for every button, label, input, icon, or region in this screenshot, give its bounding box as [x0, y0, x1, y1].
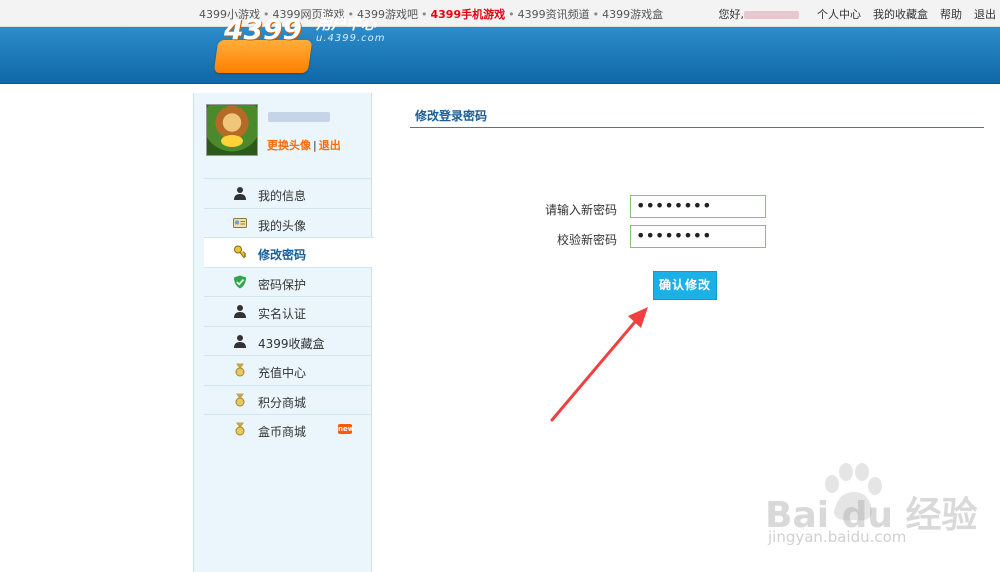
- sidebar-item-real-name[interactable]: 实名认证: [204, 296, 372, 326]
- top-bar: 4399小游戏 • 4399网页游戏 • 4399游戏吧 • 4399手机游戏 • 4399资讯…: [0, 0, 1000, 27]
- sidebar-item-label: 修改密码: [258, 248, 307, 262]
- title-divider: [410, 127, 984, 128]
- confirm-button[interactable]: 确认修改: [653, 271, 717, 300]
- shield-check-icon: [234, 275, 246, 288]
- sidebar-item-my-info[interactable]: 我的信息: [204, 178, 372, 208]
- sidebar-item-coin-mall[interactable]: 盒币商城 new: [204, 414, 372, 444]
- sidebar-item-label: 积分商城: [258, 395, 307, 410]
- divider: |: [313, 139, 317, 152]
- sidebar-item-label: 盒币商城: [258, 425, 307, 439]
- key-icon: [234, 245, 247, 259]
- separator: •: [592, 8, 600, 21]
- sidebar-item-label: 充值中心: [258, 366, 307, 380]
- username-redacted: [744, 11, 799, 19]
- greeting: 您好,: [718, 8, 745, 21]
- separator: •: [421, 8, 428, 21]
- new-badge: new: [338, 424, 355, 434]
- user-icon: [234, 187, 246, 200]
- verify-password-input[interactable]: ••••••••: [630, 225, 766, 248]
- logout-link[interactable]: 退出: [319, 139, 341, 152]
- page-title: 修改登录密码: [415, 109, 488, 123]
- link-news[interactable]: 4399资讯频道: [518, 8, 590, 21]
- link-favorites-box[interactable]: 我的收藏盒: [873, 8, 928, 21]
- user-actions: 更换头像 | 退出: [267, 137, 341, 153]
- id-card-icon: [233, 217, 247, 228]
- link-help[interactable]: 帮助: [940, 8, 962, 21]
- user-icon: [234, 305, 246, 318]
- user-icon: [234, 334, 246, 348]
- sidebar-item-change-password[interactable]: 修改密码: [204, 237, 374, 267]
- sidebar-item-label: 我的头像: [258, 218, 307, 233]
- sidebar-item-recharge[interactable]: 充值中心: [204, 355, 372, 385]
- new-password-input[interactable]: ••••••••: [630, 195, 766, 218]
- username-redacted: [268, 112, 330, 122]
- sidebar-item-label: 我的信息: [258, 189, 307, 203]
- sidebar-item-my-avatar[interactable]: 我的头像: [204, 207, 372, 238]
- medal-icon: [235, 393, 245, 406]
- sidebar-item-points-mall[interactable]: 积分商城: [204, 384, 372, 415]
- link-logout[interactable]: 退出: [974, 8, 996, 21]
- avatar[interactable]: [206, 104, 258, 156]
- header-title: 用户中心: [316, 15, 377, 33]
- header-subtitle: u.4399.com: [316, 33, 386, 44]
- sidebar-menu: 我的信息 我的头像 修改密码 密码保护 实名认证 4399收藏盒 充值中心 积分…: [204, 178, 374, 444]
- sidebar-item-collection-box[interactable]: 4399收藏盒: [204, 325, 372, 356]
- link-game-box[interactable]: 4399游戏盒: [602, 8, 663, 21]
- sidebar-item-label: 实名认证: [258, 307, 307, 321]
- new-password-label: 请输入新密码: [544, 203, 617, 217]
- sidebar-item-password-protection[interactable]: 密码保护: [204, 266, 372, 297]
- avatar-detail: [221, 135, 243, 147]
- sidebar-item-label: 4399收藏盒: [258, 336, 325, 351]
- link-mobile-games[interactable]: 4399手机游戏: [431, 8, 506, 21]
- sidebar: 更换头像 | 退出 我的信息 我的头像 修改密码 密码保护 实名认证 4399收藏盒: [193, 93, 374, 572]
- watermark-url: jingyan.baidu.com: [768, 528, 907, 546]
- link-personal-center[interactable]: 个人中心: [817, 8, 861, 21]
- medal-icon: [235, 422, 245, 436]
- change-avatar-link[interactable]: 更换头像: [267, 139, 311, 152]
- annotation-arrow: [550, 307, 648, 422]
- site-header: [0, 27, 1000, 84]
- logo[interactable]: 4399: [224, 13, 302, 46]
- separator: •: [508, 8, 515, 21]
- medal-icon: [235, 363, 245, 377]
- user-bar: 您好, 个人中心 我的收藏盒 帮助 退出: [719, 6, 997, 22]
- sidebar-item-label: 密码保护: [258, 277, 307, 292]
- verify-password-label: 校验新密码: [556, 233, 617, 247]
